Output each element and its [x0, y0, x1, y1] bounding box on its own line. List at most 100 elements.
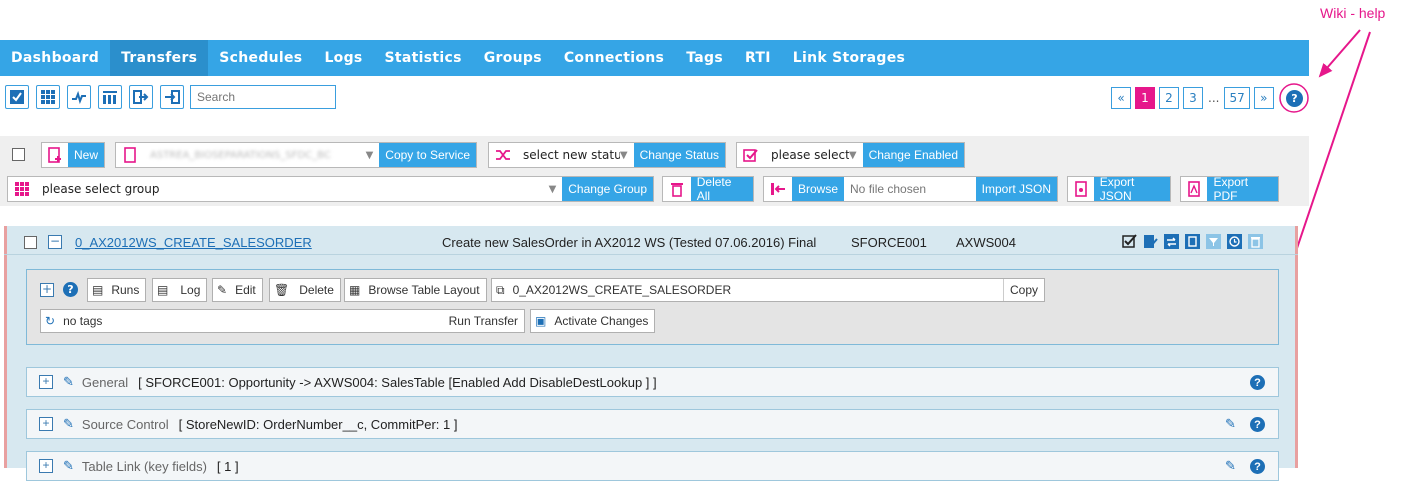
filter-icon[interactable] [1206, 234, 1221, 249]
nav-link-storages[interactable]: Link Storages [782, 40, 916, 76]
pencil-icon: ✎ [63, 374, 74, 389]
list-icon: ▤ [92, 283, 104, 297]
copy-button[interactable]: Copy [1002, 279, 1044, 301]
nav-groups[interactable]: Groups [473, 40, 553, 76]
group-select[interactable]: please select group [36, 182, 549, 196]
collapse-icon[interactable]: − [48, 235, 62, 249]
expand-icon[interactable]: + [40, 283, 54, 297]
transfer-name-link[interactable]: 0_AX2012WS_CREATE_SALESORDER [75, 235, 312, 250]
export-json-button[interactable]: Export JSON [1067, 175, 1171, 203]
transfer-dest: AXWS004 [956, 235, 1016, 250]
help-icon[interactable]: ? [63, 282, 78, 297]
clock-icon[interactable] [1227, 234, 1242, 249]
file-chosen-text: No file chosen [850, 182, 927, 196]
transfer-name-field[interactable]: 0_AX2012WS_CREATE_SALESORDER [513, 283, 1003, 297]
help-icon[interactable]: ? [1250, 459, 1265, 474]
export-pdf-button[interactable]: Export PDF [1180, 175, 1279, 203]
run-transfer-button[interactable]: Run Transfer [443, 314, 524, 328]
select-all-button[interactable] [5, 85, 29, 109]
import-json-button[interactable]: Import JSON [975, 177, 1057, 201]
help-icon[interactable]: ? [1286, 90, 1303, 107]
copy-to-service-button[interactable]: Copy to Service [379, 143, 476, 167]
status-select[interactable]: select new status [517, 148, 620, 162]
edit-doc-icon[interactable]: ✎ [1225, 458, 1236, 474]
nav-connections[interactable]: Connections [553, 40, 675, 76]
change-status-button[interactable]: Change Status [633, 143, 725, 167]
change-status-group: select new status ▼ Change Status [488, 142, 726, 168]
expand-icon[interactable]: + [39, 459, 53, 473]
expand-icon[interactable]: + [39, 375, 53, 389]
log-icon: ▤ [157, 283, 169, 297]
log-button[interactable]: ▤ Log [152, 278, 208, 302]
sync-icon[interactable] [1164, 234, 1179, 249]
pagination: « 1 2 3 ... 57 » [1111, 87, 1274, 109]
search-input[interactable] [190, 85, 336, 109]
runs-button[interactable]: ▤ Runs [87, 278, 147, 302]
section-summary: [ StoreNewID: OrderNumber__c, CommitPer:… [178, 416, 458, 432]
change-group-button[interactable]: Change Group [562, 177, 653, 201]
annotation-wiki-help: Wiki - help [1320, 5, 1386, 21]
document-icon [116, 143, 144, 167]
nav-transfers[interactable]: Transfers [110, 40, 209, 76]
nav-tags[interactable]: Tags [675, 40, 734, 76]
browse-table-layout-button[interactable]: ▦ Browse Table Layout [344, 278, 487, 302]
import-json-group: Browse No file chosen Import JSON [763, 176, 1058, 202]
nav-logs[interactable]: Logs [313, 40, 373, 76]
delete-button[interactable]: 🗑 Delete [269, 278, 341, 302]
transfer-source: SFORCE001 [851, 235, 927, 250]
edit-doc-icon[interactable]: ✎ [1225, 416, 1236, 432]
help-icon[interactable]: ? [1250, 375, 1265, 390]
wave-button[interactable] [67, 85, 91, 109]
help-icon[interactable]: ? [1250, 417, 1265, 432]
delete-all-button[interactable]: Delete All [662, 175, 754, 203]
shuffle-icon [489, 143, 517, 167]
sign-in-icon [764, 177, 792, 201]
service-select[interactable]: ASTREA_BIOSEPARATIONS_SFDC_BC [144, 150, 366, 161]
chevron-down-icon: ▼ [848, 149, 857, 161]
pager-next[interactable]: » [1253, 87, 1274, 109]
transfer-checkbox[interactable] [24, 236, 37, 249]
section-general[interactable]: + ✎ General [ SFORCE001: Opportunity -> … [26, 367, 1279, 397]
export-arrow-icon [133, 90, 149, 104]
trash-icon [663, 177, 691, 201]
pager-prev[interactable]: « [1111, 87, 1131, 109]
nav-schedules[interactable]: Schedules [208, 40, 313, 76]
section-title: General [81, 374, 129, 390]
enabled-select[interactable]: please select [765, 148, 849, 162]
import-button[interactable] [160, 85, 184, 109]
copy-to-service-group: ASTREA_BIOSEPARATIONS_SFDC_BC ▼ Copy to … [115, 142, 477, 168]
new-transfer-button[interactable]: New [41, 142, 105, 168]
transfer-row-icons [1122, 234, 1263, 249]
nav-dashboard[interactable]: Dashboard [0, 40, 110, 76]
export-button[interactable] [129, 85, 153, 109]
pager-last[interactable]: 57 [1224, 87, 1250, 109]
change-group-group: please select group ▼ Change Group [7, 176, 654, 202]
activate-changes-button[interactable]: ▣ Activate Changes [530, 309, 656, 333]
edit-doc-icon[interactable] [1143, 234, 1158, 249]
pager-page-2[interactable]: 2 [1159, 87, 1179, 109]
layout-icon[interactable] [1185, 234, 1200, 249]
pager-page-3[interactable]: 3 [1183, 87, 1203, 109]
tags-field[interactable]: no tags [63, 314, 443, 328]
table-icon: ▦ [349, 283, 361, 297]
select-all-checkbox[interactable] [12, 148, 25, 161]
transfer-description: Create new SalesOrder in AX2012 WS (Test… [442, 235, 817, 250]
expand-icon[interactable]: + [39, 417, 53, 431]
tags-refresh-icon: ↻ [45, 314, 56, 328]
nav-rti[interactable]: RTI [734, 40, 782, 76]
section-source-control[interactable]: + ✎ Source Control [ StoreNewID: OrderNu… [26, 409, 1279, 439]
pager-ellipsis: ... [1207, 87, 1221, 109]
columns-button[interactable] [98, 85, 122, 109]
columns-icon [103, 91, 117, 104]
change-enabled-button[interactable]: Change Enabled [862, 143, 964, 167]
new-doc-icon [42, 143, 68, 167]
section-table-link[interactable]: + ✎ Table Link (key fields) [ 1 ] ✎ ? [26, 451, 1279, 481]
pager-page-1[interactable]: 1 [1135, 87, 1155, 109]
trash-icon[interactable] [1248, 234, 1263, 249]
grid-icon [8, 177, 36, 201]
edit-button[interactable]: ✎ Edit [212, 278, 263, 302]
grid-view-button[interactable] [36, 85, 60, 109]
nav-statistics[interactable]: Statistics [374, 40, 473, 76]
browse-button[interactable]: Browse [792, 177, 845, 201]
enabled-check-icon[interactable] [1122, 234, 1137, 249]
